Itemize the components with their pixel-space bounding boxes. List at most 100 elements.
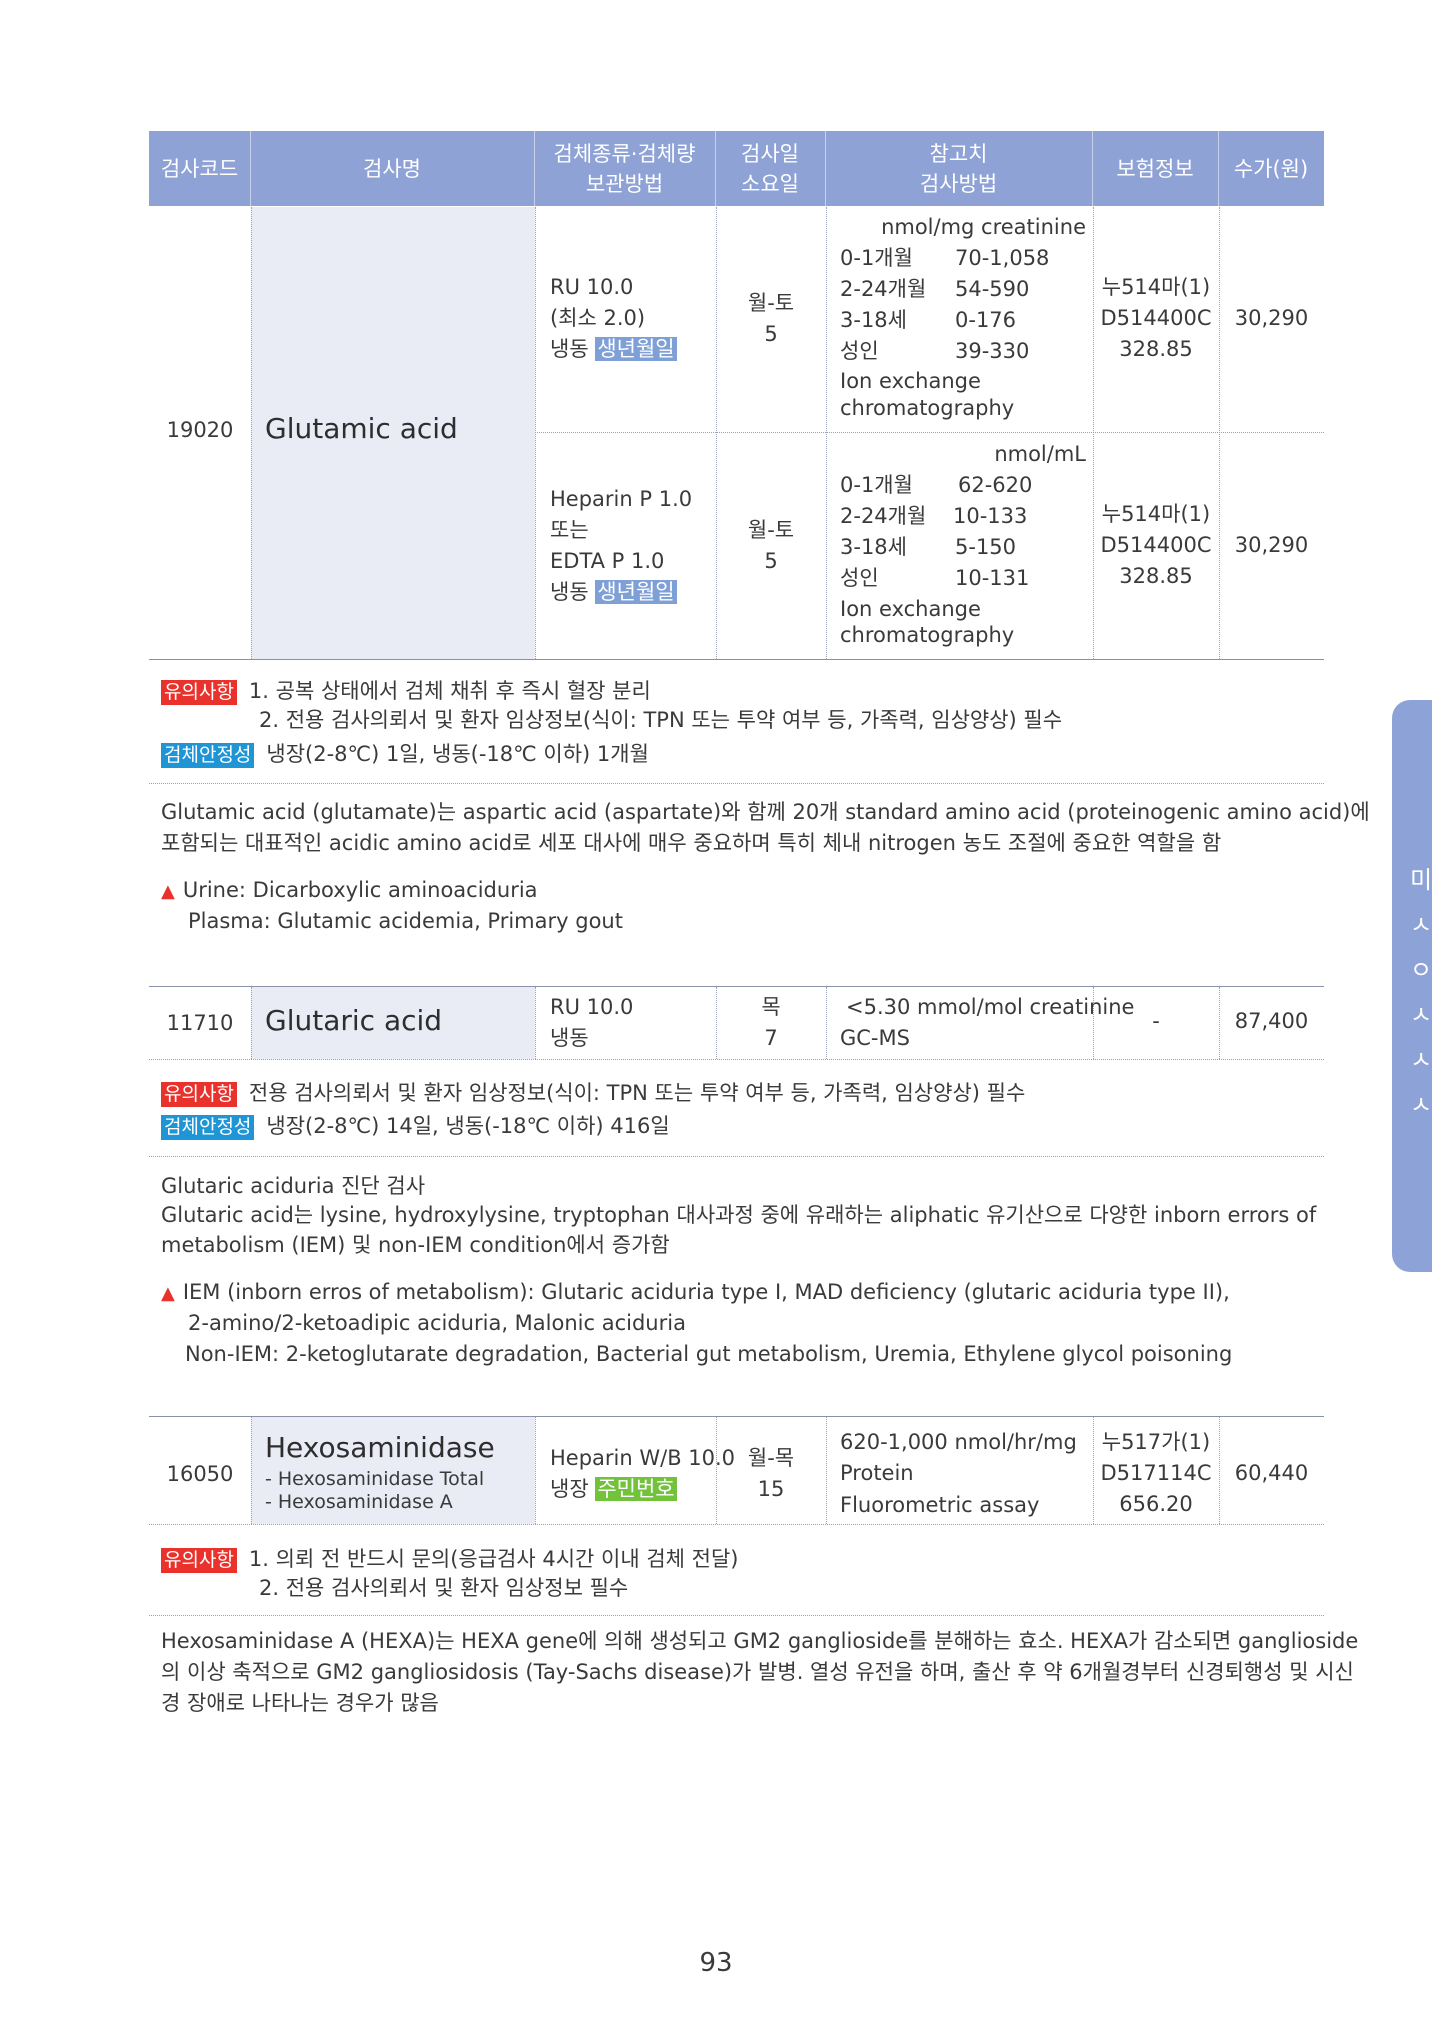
insurance-code: 누514마(1) — [1101, 502, 1211, 526]
code-hexo: 16050 — [166, 1462, 234, 1486]
spec-line: RU 10.0 — [550, 275, 634, 299]
stability-note: 검체안정성 냉장(2-8℃) 1일, 냉동(-18℃ 이하) 1개월 — [161, 739, 649, 770]
price: 87,400 — [1234, 1009, 1309, 1033]
ref-value: 10-131 — [955, 566, 1030, 590]
caution-note: 2. 전용 검사의뢰서 및 환자 임상정보 필수 — [259, 1576, 629, 1600]
spec-storage: 냉동 — [550, 1026, 589, 1050]
ref-unit: nmol/mL — [994, 442, 1086, 466]
caution-note: 유의사항 1. 공복 상태에서 검체 채취 후 즉시 혈장 분리 — [161, 676, 651, 707]
table-header: 검사코드 검사명 검체종류·검체량 보관방법 검사일 소요일 참고치 검사방법 보험정… — [149, 131, 1324, 206]
page-number: 93 — [699, 1948, 733, 1978]
spec-line: RU 10.0 — [550, 995, 634, 1019]
clinical-significance: ▲ Urine: Dicarboxylic aminoaciduria — [161, 878, 538, 902]
description: Glutaric acid는 lysine, hydroxylysine, tr… — [161, 1203, 1317, 1227]
description: 의 이상 축적으로 GM2 gangliosidosis (Tay-Sachs … — [161, 1660, 1354, 1684]
clinical-significance: Non-IEM: 2-ketoglutarate degradation, Ba… — [185, 1342, 1233, 1366]
insurance-edi: D517114C — [1100, 1461, 1212, 1485]
caution-note: 2. 전용 검사의뢰서 및 환자 임상정보(식이: TPN 또는 투약 여부 등… — [259, 708, 1063, 732]
spec-storage: 냉장 주민번호 — [550, 1477, 677, 1501]
method: chromatography — [840, 396, 1015, 420]
ref-age: 성인 — [840, 339, 879, 363]
name-glutaric: Glutaric acid — [265, 1004, 443, 1037]
name-glutamic: Glutamic acid — [265, 412, 458, 445]
side-tab-char: ㅅ — [1410, 1046, 1432, 1074]
triangle-icon: ▲ — [161, 1283, 175, 1304]
stability-tag: 검체안정성 — [161, 1115, 255, 1140]
test-day: 월-토 — [747, 291, 795, 315]
header-reference: 참고치 검사방법 — [919, 141, 998, 196]
name-hexo: Hexosaminidase — [265, 1431, 495, 1464]
clinical-significance: 2-amino/2-ketoadipic aciduria, Malonic a… — [188, 1311, 686, 1335]
caution-note: 유의사항 1. 의뢰 전 반드시 문의(응급검사 4시간 이내 검체 전달) — [161, 1544, 739, 1575]
side-tab-char: 미 — [1410, 866, 1432, 894]
test-duration: 5 — [764, 322, 778, 346]
spec-line: Heparin W/B 10.0 — [550, 1446, 736, 1470]
code-glutaric: 11710 — [166, 1011, 234, 1035]
ref-value: 70-1,058 — [955, 246, 1050, 270]
stability-note: 검체안정성 냉장(2-8℃) 14일, 냉동(-18℃ 이하) 416일 — [161, 1111, 670, 1142]
birthdate-tag: 생년월일 — [595, 337, 677, 361]
side-tab-char: ㅅ — [1410, 911, 1432, 939]
price: 30,290 — [1234, 533, 1309, 557]
clinical-significance: ▲ IEM (inborn erros of metabolism): Gluta… — [161, 1280, 1230, 1304]
clinical-significance: Plasma: Glutamic acidemia, Primary gout — [188, 909, 623, 933]
price: 60,440 — [1234, 1461, 1309, 1485]
spec-line: Heparin P 1.0 — [550, 487, 693, 511]
ref-unit: nmol/mg creatinine — [881, 215, 1086, 239]
resident-id-tag: 주민번호 — [595, 1477, 677, 1501]
header-code: 검사코드 — [160, 156, 239, 181]
insurance-code: 누517가(1) — [1101, 1430, 1211, 1454]
header-name: 검사명 — [363, 156, 421, 181]
ref-value: <5.30 mmol/mol creatinine — [846, 995, 1135, 1019]
spec-line: EDTA P 1.0 — [550, 549, 665, 573]
ref-age: 0-1개월 — [840, 246, 913, 270]
spec-line: 또는 — [550, 518, 589, 542]
side-index-tab[interactable] — [1392, 700, 1432, 1272]
ref-value: 54-590 — [955, 277, 1030, 301]
stability-tag: 검체안정성 — [161, 743, 255, 768]
caution-tag: 유의사항 — [161, 680, 237, 705]
method: chromatography — [840, 623, 1015, 647]
test-day: 월-토 — [747, 518, 795, 542]
test-day: 월-목 — [747, 1446, 795, 1470]
test-duration: 5 — [764, 549, 778, 573]
method: GC-MS — [840, 1026, 910, 1050]
header-price: 수가(원) — [1233, 156, 1309, 181]
spec-storage: 냉동 생년월일 — [550, 337, 677, 361]
ref-value: 62-620 — [958, 473, 1033, 497]
caution-note: 유의사항 전용 검사의뢰서 및 환자 임상정보(식이: TPN 또는 투약 여부 … — [161, 1078, 1025, 1109]
insurance-score: 328.85 — [1119, 337, 1193, 361]
test-day: 목 — [761, 995, 781, 1019]
insurance-code: - — [1152, 1009, 1160, 1033]
side-tab-char: ㅇ — [1410, 956, 1432, 984]
description: Glutamic acid (glutamate)는 aspartic acid… — [161, 800, 1370, 824]
side-tab-char: ㅅ — [1410, 1091, 1432, 1119]
side-tab-char: ㅅ — [1410, 1001, 1432, 1029]
description: metabolism (IEM) 및 non-IEM condition에서 증… — [161, 1233, 670, 1257]
code-glutamic: 19020 — [166, 418, 234, 442]
description: Hexosaminidase A (HEXA)는 HEXA gene에 의해 생… — [161, 1629, 1359, 1653]
ref-value: 39-330 — [955, 339, 1030, 363]
ref-age: 3-18세 — [840, 535, 907, 559]
test-duration: 15 — [757, 1477, 785, 1501]
price: 30,290 — [1234, 306, 1309, 330]
spec-storage: 냉동 생년월일 — [550, 580, 677, 604]
ref-value: Protein — [840, 1461, 914, 1485]
ref-age: 3-18세 — [840, 308, 907, 332]
ref-age: 2-24개월 — [840, 504, 927, 528]
ref-age: 0-1개월 — [840, 473, 913, 497]
insurance-score: 656.20 — [1119, 1492, 1193, 1516]
insurance-edi: D514400C — [1100, 533, 1212, 557]
description: 경 장애로 나타나는 경우가 많음 — [161, 1691, 439, 1715]
header-insurance: 보험정보 — [1116, 156, 1194, 181]
caution-tag: 유의사항 — [161, 1548, 237, 1573]
ref-value: 620-1,000 nmol/hr/mg — [840, 1430, 1077, 1454]
header-specimen: 검체종류·검체량 보관방법 — [553, 141, 696, 196]
description: Glutaric aciduria 진단 검사 — [161, 1174, 426, 1198]
description: 포함되는 대표적인 acidic amino acid로 세포 대사에 매우 중… — [161, 831, 1222, 855]
method: Fluorometric assay — [840, 1493, 1040, 1517]
ref-age: 성인 — [840, 566, 879, 590]
caution-tag: 유의사항 — [161, 1082, 237, 1107]
sub-test: - Hexosaminidase Total — [265, 1468, 485, 1490]
test-duration: 7 — [764, 1026, 778, 1050]
